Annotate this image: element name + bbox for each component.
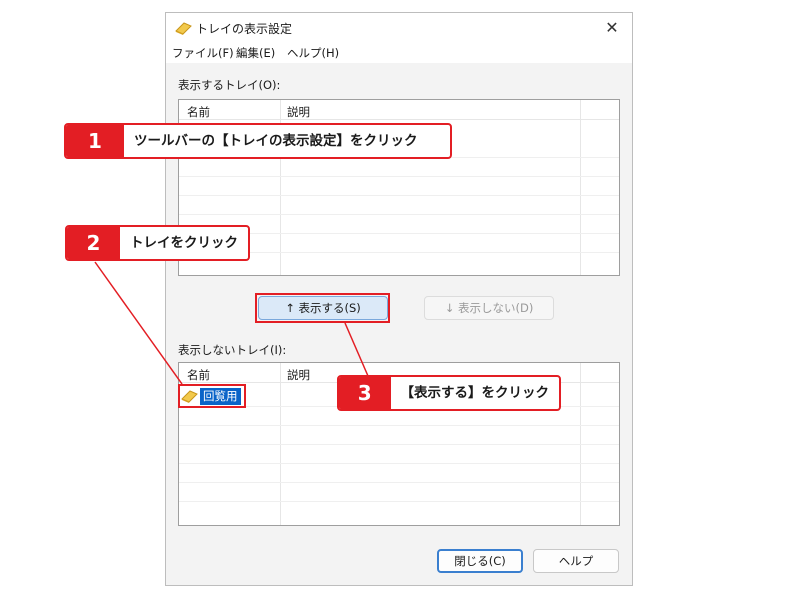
step-number: 3 [339,377,391,409]
step-number: 2 [67,227,120,259]
step-instruction: ツールバーの【トレイの表示設定】をクリック [134,133,418,149]
callout-2-connector [94,261,183,385]
callout-connectors [94,261,369,385]
callout-step-3: 3 【表示する】をクリック [337,375,561,411]
step-instruction: トレイをクリック [130,235,238,251]
step-instruction: 【表示する】をクリック [400,385,550,401]
callout-step-2: 2 トレイをクリック [65,225,250,261]
callout-step-1: 1 ツールバーの【トレイの表示設定】をクリック [64,123,452,159]
callout-3-connector [344,322,369,377]
step-number: 1 [66,125,124,157]
